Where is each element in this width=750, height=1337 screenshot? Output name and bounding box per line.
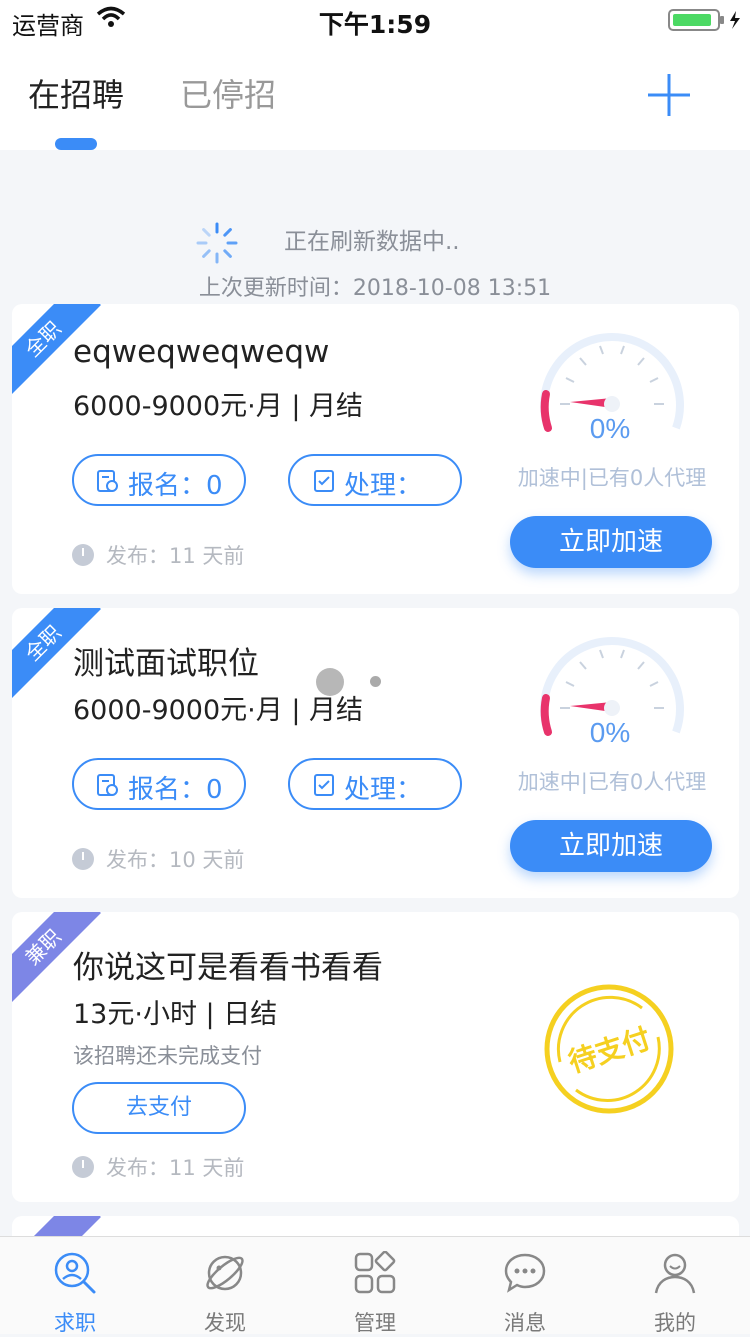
posted-label: 发布：10 天前 (106, 848, 245, 872)
checklist-icon (314, 774, 334, 796)
tab-label: 管理 (354, 1311, 396, 1335)
checklist-icon (314, 470, 334, 492)
speed-up-button[interactable]: 立即加速 (510, 516, 712, 568)
speed-gauge: 0% (540, 637, 684, 748)
clipboard-clock-icon (97, 470, 118, 492)
stamp-text: 待支付 (564, 1022, 654, 1079)
job-title: 你说这可是看看书看看 (73, 950, 383, 986)
tab-stopped[interactable]: 已停招 (180, 70, 276, 116)
tab-label: 发现 (204, 1311, 246, 1335)
posted-time: 发布：11 天前 (72, 1152, 244, 1182)
go-pay-button[interactable]: 去支付 (72, 1082, 246, 1134)
header: 在招聘 已停招 (0, 40, 750, 150)
pull-refresh: 正在刷新数据中.. 上次更新时间：2018-10-08 13:51 (0, 150, 750, 301)
refresh-status: 正在刷新数据中.. (284, 229, 460, 255)
posted-label: 发布：11 天前 (106, 1156, 245, 1180)
tab-label: 求职 (54, 1311, 96, 1335)
loading-spinner-icon (196, 222, 238, 264)
touch-indicator (316, 668, 344, 696)
process-label: 处理： (344, 471, 423, 501)
tab-manage[interactable]: 管理 (300, 1237, 450, 1335)
tab-profile[interactable]: 我的 (600, 1237, 750, 1335)
job-card[interactable]: 全职 测试面试职位 6000-9000元·月 | 月结 报名：0 处理： 发布：… (12, 608, 739, 898)
speed-gauge: 0% (540, 333, 684, 444)
pending-payment-stamp: 待支付 (544, 984, 674, 1114)
signup-count-button[interactable]: 报名：0 (72, 454, 246, 506)
battery-icon (668, 9, 740, 31)
payment-status: 该招聘还未完成支付 (73, 1044, 262, 1068)
job-salary: 6000-9000元·月 | 月结 (73, 695, 364, 726)
last-update-time: 上次更新时间：2018-10-08 13:51 (198, 276, 552, 301)
add-icon[interactable] (646, 72, 692, 118)
process-label: 处理： (344, 775, 423, 805)
job-search-icon (54, 1252, 96, 1294)
clock-icon (72, 544, 94, 566)
job-card[interactable]: 兼职 你说这可是看看书看看 13元·小时 | 日结 该招聘还未完成支付 去支付 … (12, 912, 739, 1202)
tab-recruiting[interactable]: 在招聘 (28, 70, 124, 116)
posted-time: 发布：11 天前 (72, 540, 244, 570)
clock-icon (72, 1156, 94, 1178)
chat-icon (504, 1253, 546, 1293)
speed-status: 加速中|已有0人代理 (517, 770, 707, 794)
process-count-button[interactable]: 处理： (288, 758, 462, 810)
clock-icon (72, 848, 94, 870)
touch-indicator-small (370, 676, 381, 687)
tab-label: 我的 (654, 1311, 696, 1335)
status-bar: 运营商 下午1:59 (0, 0, 750, 40)
speed-status: 加速中|已有0人代理 (517, 466, 707, 490)
tab-job-search[interactable]: 求职 (0, 1237, 150, 1335)
job-title: eqweqweqweqw (73, 334, 330, 370)
clipboard-clock-icon (97, 774, 118, 796)
job-salary: 13元·小时 | 日结 (73, 999, 278, 1030)
job-card[interactable]: 全职 eqweqweqweqw 6000-9000元·月 | 月结 报名：0 处… (12, 304, 739, 594)
signup-count-button[interactable]: 报名：0 (72, 758, 246, 810)
posted-time: 发布：10 天前 (72, 844, 244, 874)
clock-time: 下午1:59 (318, 10, 432, 39)
speed-percent: 0% (590, 413, 630, 444)
process-count-button[interactable]: 处理： (288, 454, 462, 506)
speed-percent: 0% (590, 717, 630, 748)
planet-icon (206, 1255, 244, 1291)
tab-discover[interactable]: 发现 (150, 1237, 300, 1335)
speed-up-button[interactable]: 立即加速 (510, 820, 712, 872)
signup-label: 报名：0 (128, 471, 223, 501)
bottom-tab-bar: 求职 发现 管理 消息 我的 (0, 1236, 750, 1335)
job-title: 测试面试职位 (73, 646, 259, 682)
posted-label: 发布：11 天前 (106, 544, 245, 568)
user-icon (654, 1253, 696, 1294)
tab-indicator (55, 138, 97, 150)
grid-icon (354, 1251, 396, 1294)
tab-messages[interactable]: 消息 (450, 1237, 600, 1335)
signup-label: 报名：0 (128, 775, 223, 805)
tab-label: 消息 (504, 1311, 546, 1335)
job-salary: 6000-9000元·月 | 月结 (73, 391, 364, 422)
